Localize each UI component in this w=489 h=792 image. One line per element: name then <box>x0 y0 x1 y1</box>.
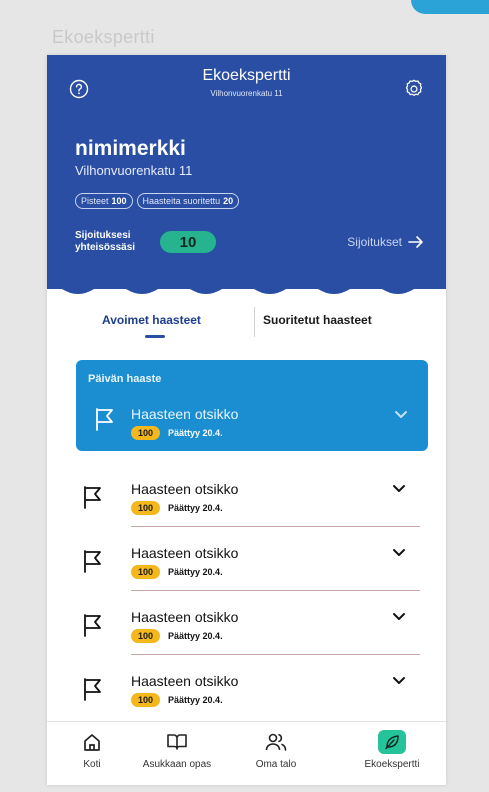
challenge-title: Haasteen otsikko <box>131 609 239 625</box>
chevron-down-icon[interactable] <box>394 410 408 420</box>
nav-item-own-building[interactable]: Oma talo <box>231 730 321 770</box>
due-date: Päättyy 20.4. <box>168 503 223 513</box>
flag-icon <box>84 678 101 701</box>
ranking-label-line2: yhteisössäsi <box>75 242 136 253</box>
list-item[interactable]: Haasteen otsikko 100 Päättyy 20.4. <box>76 467 428 531</box>
nickname: nimimerkki <box>75 137 186 160</box>
challenge-title: Haasteen otsikko <box>131 481 239 497</box>
chevron-down-icon[interactable] <box>392 484 406 494</box>
challenge-meta: 100 Päättyy 20.4. <box>131 693 223 707</box>
completed-chip-label: Haasteita suoritettu <box>142 196 221 206</box>
corner-accent <box>411 0 489 14</box>
tab-completed-challenges[interactable]: Suoritetut haasteet <box>263 313 372 327</box>
list-item[interactable]: Haasteen otsikko 100 Päättyy 20.4. <box>76 531 428 595</box>
list-item[interactable]: Haasteen otsikko 100 Päättyy 20.4. <box>76 595 428 659</box>
due-date: Päättyy 20.4. <box>168 567 223 577</box>
challenge-meta: 100 Päättyy 20.4. <box>131 501 223 515</box>
arrow-right-icon <box>408 236 423 248</box>
nav-item-home[interactable]: Koti <box>47 730 137 770</box>
ranking-badge: 10 <box>160 231 216 253</box>
challenge-tabs: Avoimet haasteet Suoritetut haasteet <box>47 307 446 347</box>
challenge-title: Haasteen otsikko <box>131 545 239 561</box>
nav-label: Koti <box>83 759 101 770</box>
rankings-link-label: Sijoitukset <box>347 235 402 249</box>
users-icon <box>231 730 321 754</box>
completed-chip-value: 20 <box>223 196 234 206</box>
header-wave <box>47 277 446 294</box>
home-icon <box>47 730 137 754</box>
challenge-title: Haasteen otsikko <box>131 673 239 689</box>
rankings-link[interactable]: Sijoitukset <box>347 235 424 249</box>
nav-label: Ekoekspertti <box>364 759 420 770</box>
points-chip: Pisteet 100 <box>75 193 133 209</box>
tab-open-challenges[interactable]: Avoimet haasteet <box>102 313 201 327</box>
daily-challenge-label: Päivän haaste <box>88 373 162 385</box>
chevron-down-icon[interactable] <box>392 676 406 686</box>
app-name: Ekoekspertti <box>202 67 291 84</box>
challenge-meta: 100 Päättyy 20.4. <box>131 565 223 579</box>
nav-label: Oma talo <box>255 759 297 770</box>
leaf-icon <box>378 730 406 754</box>
nav-item-resident-guide[interactable]: Asukkaan opas <box>132 730 222 770</box>
points-pill: 100 <box>131 693 161 707</box>
active-tab-indicator <box>145 335 165 338</box>
user-address: Vilhonvuorenkatu 11 <box>75 163 193 178</box>
header-address: Vilhonvuorenkatu 11 <box>210 89 283 98</box>
chevron-down-icon[interactable] <box>392 612 406 622</box>
divider <box>131 526 420 527</box>
points-chip-value: 100 <box>111 196 127 206</box>
ranking-label: Sijoituksesi yhteisössäsi <box>75 230 135 254</box>
completed-chip: Haasteita suoritettu 20 <box>136 193 240 209</box>
due-date: Päättyy 20.4. <box>168 631 223 641</box>
flag-icon <box>84 614 101 637</box>
phone-frame: Ekoekspertti Vilhonvuorenkatu 11 nimimer… <box>47 55 446 785</box>
list-item[interactable]: Haasteen otsikko 100 Päättyy 20.4. <box>76 659 428 723</box>
gear-icon[interactable] <box>402 77 426 101</box>
points-chip-label: Pisteet <box>81 196 109 206</box>
ranking-label-line1: Sijoituksesi <box>75 230 131 241</box>
page-title: Ekoekspertti <box>52 27 155 47</box>
header: Ekoekspertti Vilhonvuorenkatu 11 nimimer… <box>47 55 446 289</box>
challenge-list: Haasteen otsikko 100 Päättyy 20.4. Haast… <box>76 467 428 723</box>
challenge-meta: 100 Päättyy 20.4. <box>131 629 223 643</box>
nav-icon-wrapper <box>347 730 437 754</box>
points-pill: 100 <box>131 629 161 643</box>
points-pill: 100 <box>131 501 161 515</box>
daily-challenge-card[interactable]: Päivän haaste Haasteen otsikko 100 Päätt… <box>76 360 428 451</box>
due-date: Päättyy 20.4. <box>168 695 223 705</box>
divider <box>131 590 420 591</box>
bottom-nav: Koti Asukkaan opas Oma talo Ekoekspertti <box>47 721 446 785</box>
points-pill: 100 <box>131 426 161 440</box>
nav-label: Asukkaan opas <box>142 759 212 770</box>
nav-item-ekoekspertti[interactable]: Ekoekspertti <box>347 730 437 770</box>
chevron-down-icon[interactable] <box>392 548 406 558</box>
daily-challenge-meta: 100 Päättyy 20.4. <box>131 426 223 440</box>
flag-icon <box>84 486 101 509</box>
points-pill: 100 <box>131 565 161 579</box>
book-icon <box>132 730 222 754</box>
divider <box>131 654 420 655</box>
tab-divider <box>254 307 255 337</box>
flag-icon <box>84 550 101 573</box>
flag-icon <box>96 408 113 431</box>
daily-challenge-title: Haasteen otsikko <box>131 406 239 422</box>
due-date: Päättyy 20.4. <box>168 428 223 438</box>
stats-chips: Pisteet 100 Haasteita suoritettu 20 <box>75 193 240 209</box>
